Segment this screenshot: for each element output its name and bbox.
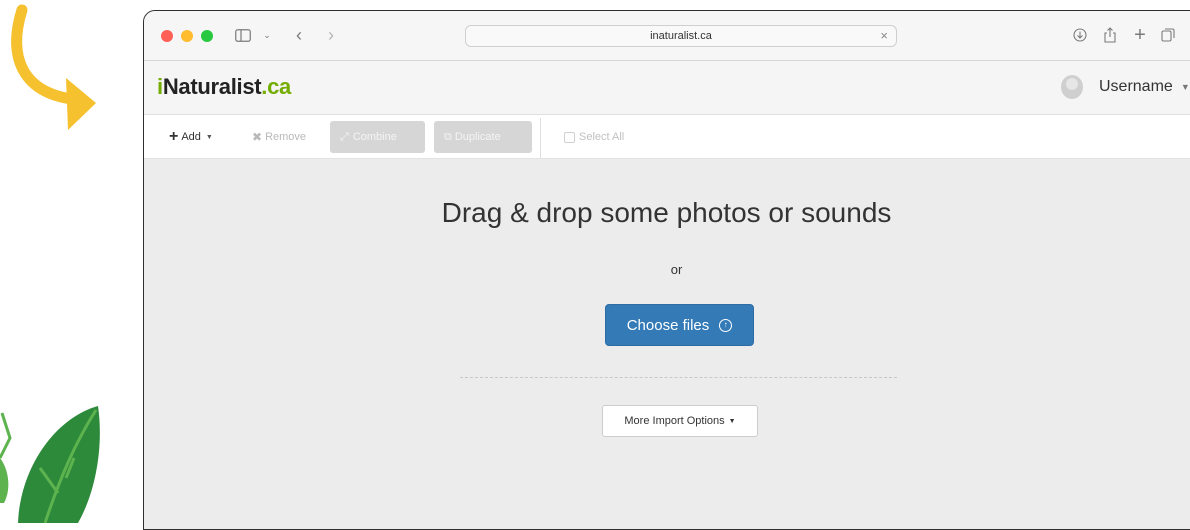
combine-button[interactable]: ⤢ Combine — [330, 121, 425, 153]
select-all-checkbox[interactable]: Select All — [564, 124, 624, 150]
upload-icon: ↑ — [719, 318, 733, 332]
back-icon[interactable]: ‹ — [292, 24, 306, 46]
decorative-leaf-illustration — [0, 406, 100, 523]
download-icon[interactable] — [1072, 24, 1088, 46]
chevron-down-icon[interactable]: ⌄ — [262, 24, 272, 46]
more-import-options-label: More Import Options — [624, 415, 725, 427]
user-menu[interactable]: Username ▼ — [1061, 75, 1190, 99]
caret-down-icon: ▼ — [1180, 82, 1190, 92]
upload-toolbar: + Add ▼ ✖ Remove ⤢ Combine ⧉ Duplicate S… — [144, 115, 1190, 159]
username-label: Username — [1099, 78, 1173, 95]
inaturalist-logo[interactable]: iNaturalist.ca — [157, 74, 291, 100]
site-header: iNaturalist.ca Username ▼ — [144, 61, 1190, 115]
forward-icon[interactable]: › — [324, 24, 338, 46]
browser-window: ⌄ ‹ › inaturalist.ca × + iNaturalist.ca … — [143, 10, 1190, 530]
caret-down-icon: ▼ — [205, 133, 213, 141]
minimize-window-button[interactable] — [181, 30, 193, 42]
caret-down-icon: ▼ — [728, 417, 736, 425]
remove-label: Remove — [265, 131, 307, 143]
or-separator-text: or — [670, 262, 683, 277]
select-all-label: Select All — [579, 131, 625, 143]
close-window-button[interactable] — [161, 30, 173, 42]
plus-icon: + — [169, 128, 179, 145]
drop-zone[interactable]: Drag & drop some photos or sounds or Cho… — [144, 159, 1190, 529]
add-label: Add — [181, 131, 201, 143]
combine-label: Combine — [352, 131, 397, 143]
browser-titlebar: ⌄ ‹ › inaturalist.ca × + — [144, 11, 1190, 61]
choose-files-label: Choose files — [626, 316, 710, 334]
remove-x-icon: ✖ — [252, 130, 263, 144]
avatar — [1061, 75, 1083, 99]
zoom-window-button[interactable] — [201, 30, 213, 42]
decorative-arrow-illustration — [11, 4, 96, 130]
drop-zone-headline: Drag & drop some photos or sounds — [441, 197, 892, 228]
toolbar-divider — [540, 118, 541, 158]
sidebar-icon[interactable] — [234, 24, 252, 46]
choose-files-button[interactable]: Choose files ↑ — [605, 304, 754, 346]
share-icon[interactable] — [1102, 24, 1118, 46]
checkbox-icon — [564, 131, 575, 143]
more-import-options-button[interactable]: More Import Options ▼ — [602, 405, 758, 437]
combine-icon: ⤢ — [340, 130, 349, 143]
logo-text: Naturalist — [162, 74, 262, 99]
duplicate-icon: ⧉ — [444, 130, 452, 143]
address-bar[interactable]: inaturalist.ca × — [465, 25, 897, 47]
clear-url-icon[interactable]: × — [880, 28, 888, 43]
duplicate-label: Duplicate — [454, 131, 501, 143]
address-bar-url: inaturalist.ca — [650, 30, 712, 42]
tabs-overview-icon[interactable] — [1160, 24, 1176, 46]
remove-button[interactable]: ✖ Remove — [252, 124, 306, 150]
duplicate-button[interactable]: ⧉ Duplicate — [434, 121, 532, 153]
add-button[interactable]: + Add ▼ — [169, 124, 213, 150]
dashed-divider — [460, 377, 897, 378]
new-tab-icon[interactable]: + — [1132, 24, 1148, 46]
logo-suffix: .ca — [261, 74, 291, 99]
